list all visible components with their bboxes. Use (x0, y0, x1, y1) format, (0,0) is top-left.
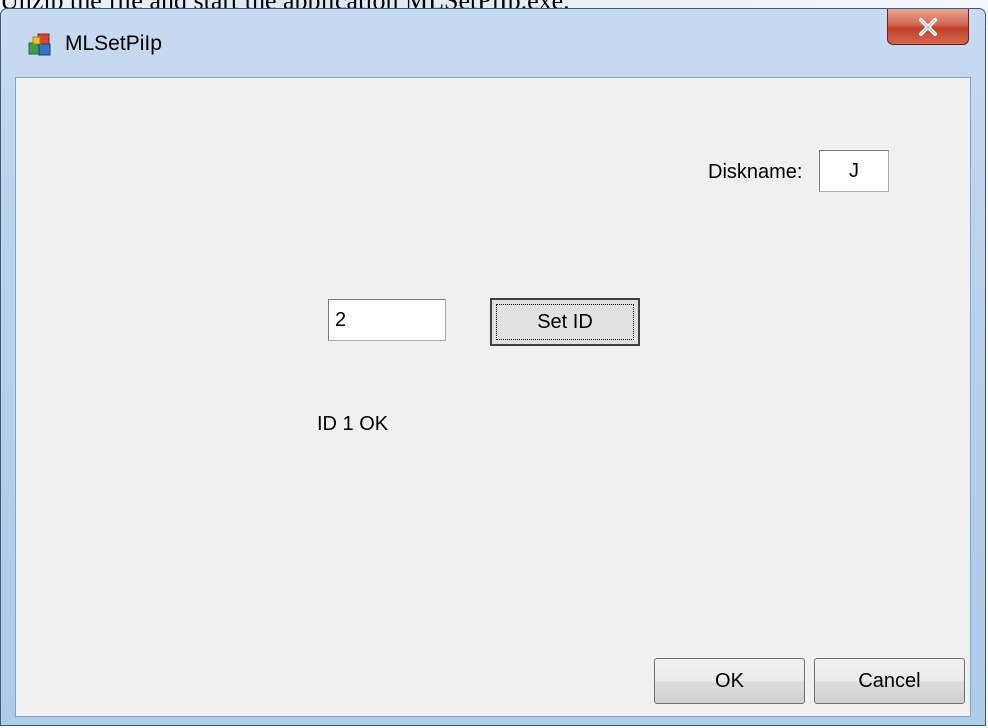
id-input[interactable]: 2 (328, 299, 446, 341)
status-text: ID 1 OK (317, 413, 389, 435)
dialog-client-area: Diskname: J 2 Set ID ID 1 OK OK Cancel (15, 77, 971, 717)
window-title: MLSetPiIp (65, 32, 162, 55)
diskname-label: Diskname: (708, 161, 803, 183)
app-icon (27, 31, 53, 57)
cancel-button[interactable]: Cancel (814, 658, 965, 704)
cancel-button-label: Cancel (858, 669, 921, 692)
set-id-button[interactable]: Set ID (490, 298, 640, 346)
close-button[interactable] (887, 9, 969, 45)
ok-button[interactable]: OK (654, 658, 805, 704)
close-icon (917, 17, 939, 37)
dialog-window: MLSetPiIp Diskname: J 2 Set ID ID 1 OK O… (0, 8, 986, 726)
focus-ring (496, 304, 634, 340)
ok-button-label: OK (715, 669, 744, 692)
title-bar[interactable]: MLSetPiIp (1, 9, 985, 77)
diskname-input[interactable]: J (819, 150, 889, 192)
